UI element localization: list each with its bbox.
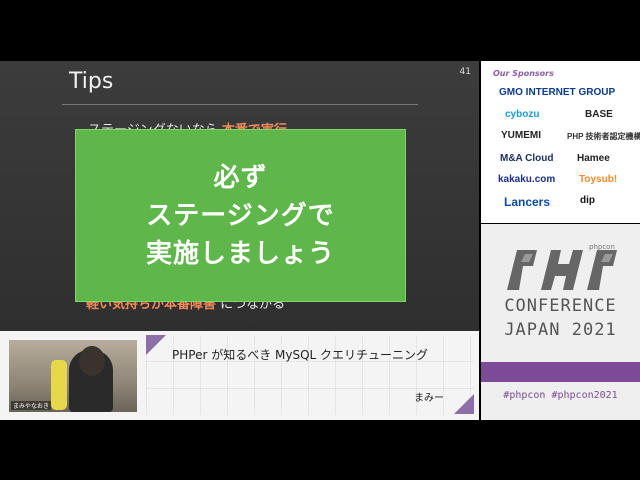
sponsor-logo-dip: dip	[580, 195, 595, 206]
sponsor-logo-ma-cloud: M&A Cloud	[500, 153, 554, 164]
slide-title-divider	[62, 104, 418, 105]
speaker-name: まみー	[414, 393, 444, 404]
sponsor-logo-hamee: Hamee	[577, 153, 610, 164]
sponsor-logo-lancers: Lancers	[504, 195, 551, 209]
speaker-camera-feed: まみやなおき	[9, 340, 137, 412]
camera-person-head	[79, 346, 105, 376]
callout-line: ステージングで	[146, 200, 335, 231]
callout-line: 必ず	[213, 162, 268, 193]
conference-hashtags: #phpcon #phpcon2021	[503, 390, 618, 401]
slide-panel: Tips 41 ステージングないなら 本番で実行 軽い気持ちが本番障害 につなが…	[0, 61, 479, 331]
conference-accent-band	[481, 362, 640, 382]
callout-box: 必ず ステージングで 実施しましょう	[75, 129, 406, 302]
sponsor-logo-base: BASE	[585, 109, 613, 120]
sponsor-logo-gmo: GMO INTERNET GROUP	[499, 87, 616, 98]
php-logo-icon: phpcon	[507, 244, 617, 290]
corner-triangle-top-left	[146, 335, 166, 355]
php-logo-brand: phpcon	[589, 244, 615, 251]
conference-panel: phpcon CONFERENCE JAPAN 2021 #phpcon #ph…	[481, 224, 640, 420]
slide-number: 41	[459, 67, 471, 77]
talk-title: PHPer が知るべき MySQL クエリチューニング	[172, 348, 429, 362]
camera-label: まみやなおき	[11, 401, 52, 410]
sponsor-logo-toysub: Toysub!	[579, 174, 618, 185]
speaker-strip: まみやなおき PHPer が知るべき MySQL クエリチューニング まみー	[0, 331, 479, 420]
conference-title-line2: JAPAN 2021	[504, 320, 617, 340]
sponsor-logo-yumemi: YUMEMI	[501, 130, 541, 141]
sponsor-logo-php-certification: PHP 技術者認定機構	[567, 132, 640, 141]
sponsors-heading: Our Sponsors	[493, 69, 554, 78]
sponsor-logo-kakaku: kakaku.com	[498, 174, 556, 185]
conference-title-line1: CONFERENCE	[504, 296, 617, 316]
callout-line: 実施しましょう	[145, 238, 335, 269]
corner-triangle-bottom-right	[454, 394, 474, 414]
sponsor-logo-cybozu: cybozu	[505, 109, 540, 120]
camera-bottle	[51, 360, 67, 410]
slide-title: Tips	[69, 69, 114, 94]
sponsors-panel: Our Sponsors GMO INTERNET GROUP cybozu B…	[481, 61, 640, 223]
